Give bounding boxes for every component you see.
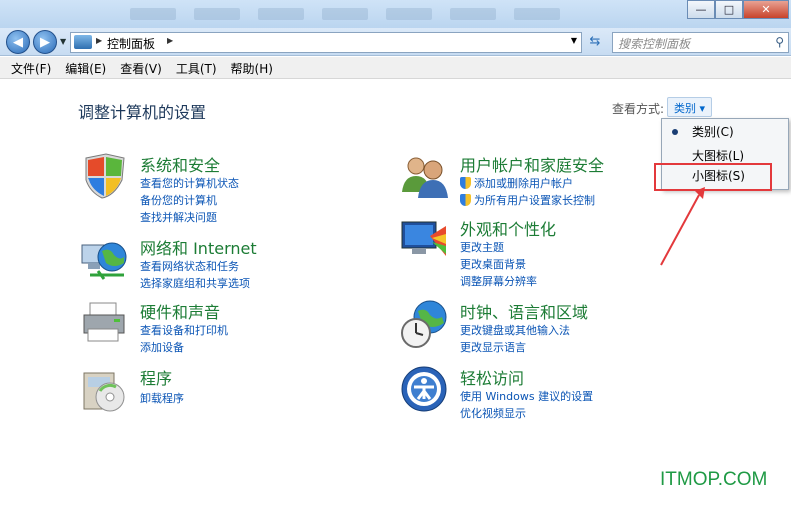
category-title[interactable]: 系统和安全: [140, 152, 220, 176]
category-title[interactable]: 时钟、语言和区域: [460, 299, 588, 323]
control-panel-icon: [74, 35, 92, 49]
uac-shield-icon: [460, 194, 471, 206]
ease-of-access-icon[interactable]: [400, 365, 450, 415]
refresh-icon[interactable]: ⇆: [584, 34, 606, 52]
uac-shield-icon: [460, 177, 471, 189]
category-link[interactable]: 优化视频显示: [460, 405, 526, 421]
menu-edit[interactable]: 编辑(E): [58, 57, 113, 78]
menu-file[interactable]: 文件(F): [4, 57, 58, 78]
menu-option-label: 大图标(L): [692, 149, 745, 163]
monitor-palette-icon[interactable]: [400, 216, 450, 266]
category-link[interactable]: 选择家庭组和共享选项: [140, 275, 250, 291]
selected-radio-icon: [672, 129, 678, 135]
category-link[interactable]: 更改主题: [460, 239, 504, 255]
category-title[interactable]: 外观和个性化: [460, 216, 556, 240]
category-link[interactable]: 备份您的计算机: [140, 192, 217, 208]
menu-tools[interactable]: 工具(T): [169, 57, 224, 78]
category-title[interactable]: 轻松访问: [460, 365, 524, 389]
category-link[interactable]: 调整屏幕分辨率: [460, 273, 537, 289]
address-dropdown-icon[interactable]: ▼: [571, 36, 577, 45]
close-icon[interactable]: ✕: [743, 0, 789, 19]
search-box[interactable]: 搜索控制面板 ⚲: [612, 32, 789, 53]
window-controls: — □ ✕: [687, 0, 789, 19]
address-bar[interactable]: ▶ 控制面板 ▶ ▼: [70, 32, 582, 53]
forward-button[interactable]: ▶: [33, 30, 57, 54]
category-title[interactable]: 硬件和声音: [140, 299, 220, 323]
users-icon[interactable]: [400, 152, 450, 202]
programs-disc-icon[interactable]: [80, 365, 130, 415]
category-title[interactable]: 程序: [140, 365, 172, 389]
view-by-label: 查看方式:: [612, 102, 665, 116]
category-link[interactable]: 查看您的计算机状态: [140, 175, 239, 191]
category-link[interactable]: 查看设备和打印机: [140, 322, 228, 338]
back-button[interactable]: ◀: [6, 30, 30, 54]
network-globe-icon[interactable]: [80, 235, 130, 285]
window-titlebar: — □ ✕: [0, 0, 791, 30]
category-link[interactable]: 更改键盘或其他输入法: [460, 322, 570, 338]
search-input[interactable]: 搜索控制面板: [618, 35, 690, 52]
category-link-text[interactable]: 添加或删除用户帐户: [474, 177, 573, 190]
menu-option-category[interactable]: 类别(C): [662, 121, 788, 143]
minimize-icon[interactable]: —: [687, 0, 715, 19]
category-title[interactable]: 网络和 Internet: [140, 235, 257, 259]
annotation-arrow-icon: [660, 187, 705, 266]
category-link-text[interactable]: 为所有用户设置家长控制: [474, 194, 595, 207]
category-link[interactable]: 更改显示语言: [460, 339, 526, 355]
background-taskbar-ghost: [130, 8, 560, 24]
watermark: ITMOP.COM: [660, 469, 768, 490]
menu-view[interactable]: 查看(V): [113, 57, 169, 78]
menu-help[interactable]: 帮助(H): [224, 57, 280, 78]
shield-flag-icon[interactable]: [80, 152, 130, 202]
category-link[interactable]: 添加设备: [140, 339, 184, 355]
category-link[interactable]: 卸载程序: [140, 390, 184, 406]
category-link[interactable]: 查找并解决问题: [140, 209, 217, 225]
navigation-bar: ◀ ▶ ▼ ▶ 控制面板 ▶ ▼ ⇆ 搜索控制面板 ⚲: [0, 28, 791, 56]
view-by-dropdown[interactable]: 类别 ▾: [667, 97, 713, 117]
category-title[interactable]: 用户帐户和家庭安全: [460, 152, 604, 176]
chevron-right-icon[interactable]: ▶: [167, 36, 173, 45]
category-link[interactable]: 为所有用户设置家长控制: [460, 192, 595, 208]
chevron-right-icon[interactable]: ▶: [96, 36, 102, 45]
menu-bar: 文件(F) 编辑(E) 查看(V) 工具(T) 帮助(H): [0, 57, 791, 79]
category-link[interactable]: 更改桌面背景: [460, 256, 526, 272]
category-link[interactable]: 添加或删除用户帐户: [460, 175, 573, 191]
clock-globe-icon[interactable]: [400, 299, 450, 349]
printer-icon[interactable]: [80, 299, 130, 349]
category-link[interactable]: 查看网络状态和任务: [140, 258, 239, 274]
maximize-icon[interactable]: □: [715, 0, 743, 19]
menu-option-label: 类别(C): [692, 125, 734, 139]
breadcrumb-control-panel[interactable]: 控制面板: [107, 35, 155, 52]
search-icon[interactable]: ⚲: [775, 35, 784, 49]
category-link[interactable]: 使用 Windows 建议的设置: [460, 388, 593, 404]
recent-pages-dropdown-icon[interactable]: ▼: [60, 37, 66, 46]
page-title: 调整计算机的设置: [78, 103, 207, 122]
